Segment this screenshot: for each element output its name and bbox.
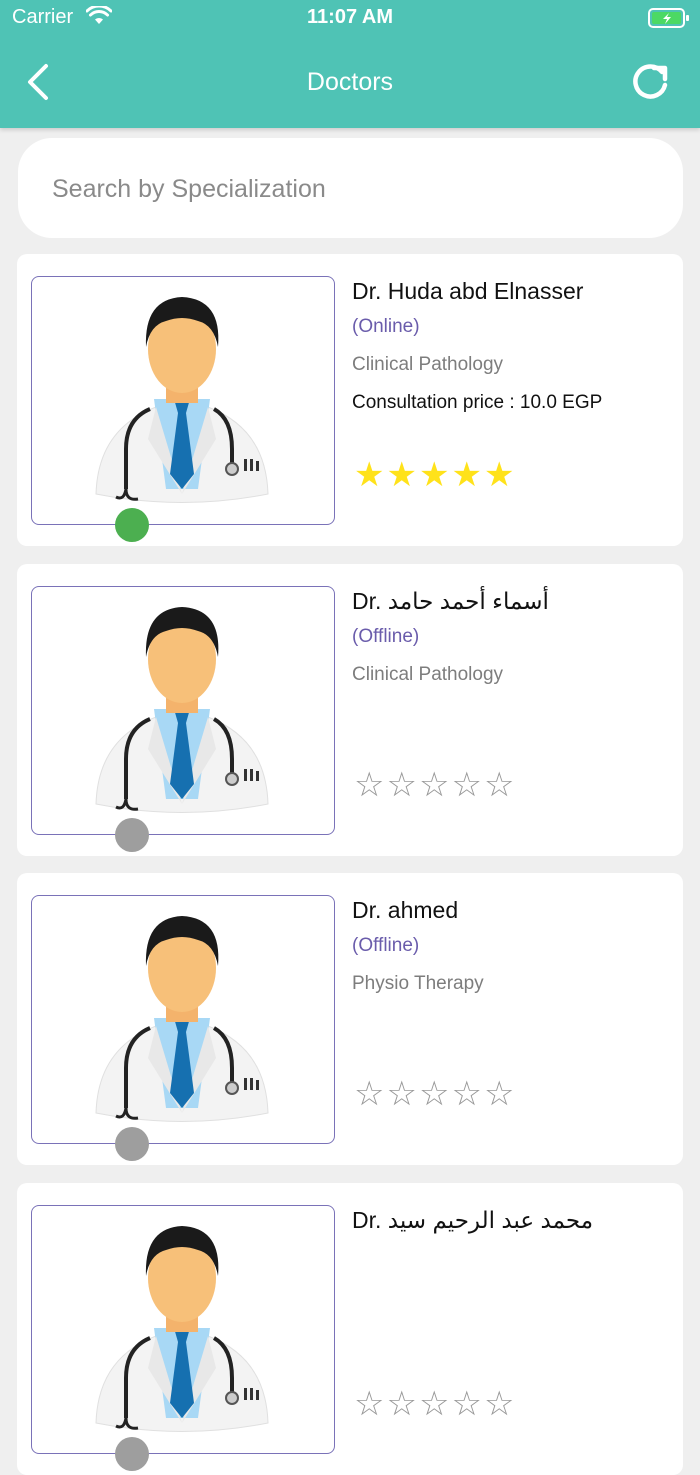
star-empty-icon: ☆ bbox=[354, 1385, 385, 1423]
doctor-info: Dr. محمد عبد الرحيم سيد bbox=[352, 1203, 672, 1347]
consultation-price bbox=[352, 702, 672, 728]
star-filled-icon: ★ bbox=[451, 456, 482, 494]
doctor-card[interactable]: Dr. Huda abd Elnasser (Online) Clinical … bbox=[17, 254, 683, 546]
doctor-specialization: Clinical Pathology bbox=[352, 664, 504, 685]
refresh-icon bbox=[633, 64, 668, 99]
doctor-name: Dr. أسماء أحمد حامد bbox=[352, 588, 549, 614]
star-filled-icon: ★ bbox=[418, 456, 450, 494]
star-filled-icon: ★ bbox=[483, 456, 515, 494]
rating-stars: ☆☆☆☆☆ bbox=[354, 1077, 516, 1111]
doctor-photo bbox=[31, 895, 335, 1144]
star-empty-icon: ☆ bbox=[418, 766, 450, 804]
doctor-info: Dr. Huda abd Elnasser (Online) Clinical … bbox=[352, 274, 672, 418]
doctor-specialization bbox=[352, 1283, 672, 1309]
star-empty-icon: ☆ bbox=[386, 1385, 417, 1423]
offline-indicator bbox=[115, 1127, 149, 1161]
doctor-info: Dr. ahmed (Offline) Physio Therapy bbox=[352, 893, 672, 1037]
online-indicator bbox=[115, 508, 149, 542]
doctor-card[interactable]: Dr. ahmed (Offline) Physio Therapy ☆☆☆☆☆ bbox=[17, 873, 683, 1165]
doctor-status bbox=[352, 1245, 672, 1271]
clock: 11:07 AM bbox=[307, 6, 393, 28]
star-empty-icon: ☆ bbox=[354, 1075, 385, 1113]
status-bar: Carrier 11:07 AM bbox=[0, 0, 700, 36]
search-input[interactable] bbox=[50, 163, 654, 215]
star-empty-icon: ☆ bbox=[483, 1385, 515, 1423]
offline-indicator bbox=[115, 818, 149, 852]
consultation-price bbox=[352, 1321, 672, 1347]
doctor-specialization: Clinical Pathology bbox=[352, 354, 504, 375]
star-empty-icon: ☆ bbox=[386, 1075, 417, 1113]
doctor-photo bbox=[31, 276, 335, 525]
doctor-status: (Online) bbox=[352, 316, 420, 337]
doctor-info: Dr. أسماء أحمد حامد (Offline) Clinical P… bbox=[352, 584, 672, 728]
star-empty-icon: ☆ bbox=[386, 766, 417, 804]
battery-icon bbox=[648, 7, 690, 34]
star-empty-icon: ☆ bbox=[418, 1385, 450, 1423]
doctor-status: (Offline) bbox=[352, 626, 420, 647]
doctor-card[interactable]: Dr. أسماء أحمد حامد (Offline) Clinical P… bbox=[17, 564, 683, 856]
consultation-price bbox=[352, 1011, 672, 1037]
star-empty-icon: ☆ bbox=[451, 1385, 482, 1423]
rating-stars: ☆☆☆☆☆ bbox=[354, 768, 516, 802]
doctor-photo bbox=[31, 586, 335, 835]
refresh-button[interactable] bbox=[628, 60, 672, 104]
star-empty-icon: ☆ bbox=[483, 766, 515, 804]
search-bar bbox=[18, 138, 683, 238]
doctor-name: Dr. ahmed bbox=[352, 897, 459, 923]
rating-stars: ☆☆☆☆☆ bbox=[354, 1387, 516, 1421]
consultation-price: Consultation price : 10.0 EGP bbox=[352, 392, 603, 413]
star-empty-icon: ☆ bbox=[354, 766, 385, 804]
star-filled-icon: ★ bbox=[386, 456, 417, 494]
doctor-status: (Offline) bbox=[352, 935, 420, 956]
star-empty-icon: ☆ bbox=[418, 1075, 450, 1113]
page-title: Doctors bbox=[306, 68, 394, 96]
doctor-name: Dr. محمد عبد الرحيم سيد bbox=[352, 1207, 594, 1233]
app-header: Carrier 11:07 AM Doctors bbox=[0, 0, 700, 128]
star-filled-icon: ★ bbox=[354, 456, 385, 494]
doctor-name: Dr. Huda abd Elnasser bbox=[352, 278, 584, 304]
doctor-card[interactable]: Dr. محمد عبد الرحيم سيد ☆☆☆☆☆ bbox=[17, 1183, 683, 1475]
rating-stars: ★★★★★ bbox=[354, 458, 516, 492]
star-empty-icon: ☆ bbox=[451, 766, 482, 804]
offline-indicator bbox=[115, 1437, 149, 1471]
star-empty-icon: ☆ bbox=[451, 1075, 482, 1113]
doctor-photo bbox=[31, 1205, 335, 1454]
star-empty-icon: ☆ bbox=[483, 1075, 515, 1113]
doctor-specialization: Physio Therapy bbox=[352, 973, 484, 994]
